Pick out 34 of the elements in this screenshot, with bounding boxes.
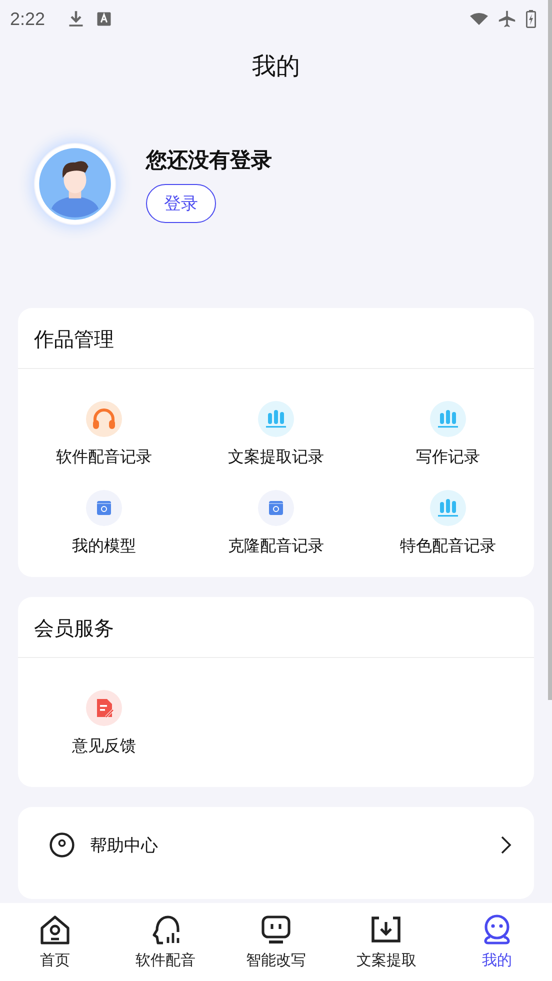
home-icon	[38, 913, 72, 947]
grid-item-label[interactable]: 写作记录	[416, 447, 480, 468]
tab[interactable]: 我的	[442, 903, 552, 981]
download-icon	[67, 10, 86, 28]
grid-item-label[interactable]: 文案提取记录	[228, 447, 324, 468]
help-circle-icon	[48, 831, 76, 859]
section-title: 作品管理	[18, 308, 534, 369]
grid-item-label[interactable]: 克隆配音记录	[228, 536, 324, 557]
tab[interactable]: 软件配音	[110, 903, 221, 981]
tab[interactable]: 首页	[0, 903, 110, 981]
headphones-icon	[86, 401, 122, 437]
grid-item-label[interactable]: 特色配音记录	[400, 536, 496, 557]
battery-charging-icon	[526, 10, 536, 28]
help-center-link[interactable]: 帮助中心	[90, 834, 158, 856]
login-status-text: 您还没有登录	[146, 146, 272, 174]
status-time: 2:22	[10, 8, 46, 30]
bar-chart-icon	[430, 490, 466, 526]
bar-chart-icon	[258, 401, 294, 437]
folder-icon	[258, 490, 294, 526]
wifi-icon	[470, 10, 488, 28]
grid-item-label[interactable]: 软件配音记录	[56, 447, 152, 468]
tab[interactable]: 智能改写	[220, 903, 332, 981]
bar-chart-icon	[430, 401, 466, 437]
keyboard-app-icon	[95, 10, 114, 28]
chevron-right-icon	[500, 835, 512, 855]
section-title: 会员服务	[18, 597, 534, 658]
login-button[interactable]: 登录	[146, 184, 216, 222]
document-edit-icon	[86, 690, 122, 726]
folder-icon	[86, 490, 122, 526]
tab[interactable]: 文案提取	[331, 903, 442, 981]
airplane-icon	[498, 10, 516, 28]
grid-item-label[interactable]: 我的模型	[72, 536, 136, 557]
grid-item-label[interactable]: 意见反馈	[72, 736, 136, 757]
page-title: 我的	[252, 51, 300, 82]
